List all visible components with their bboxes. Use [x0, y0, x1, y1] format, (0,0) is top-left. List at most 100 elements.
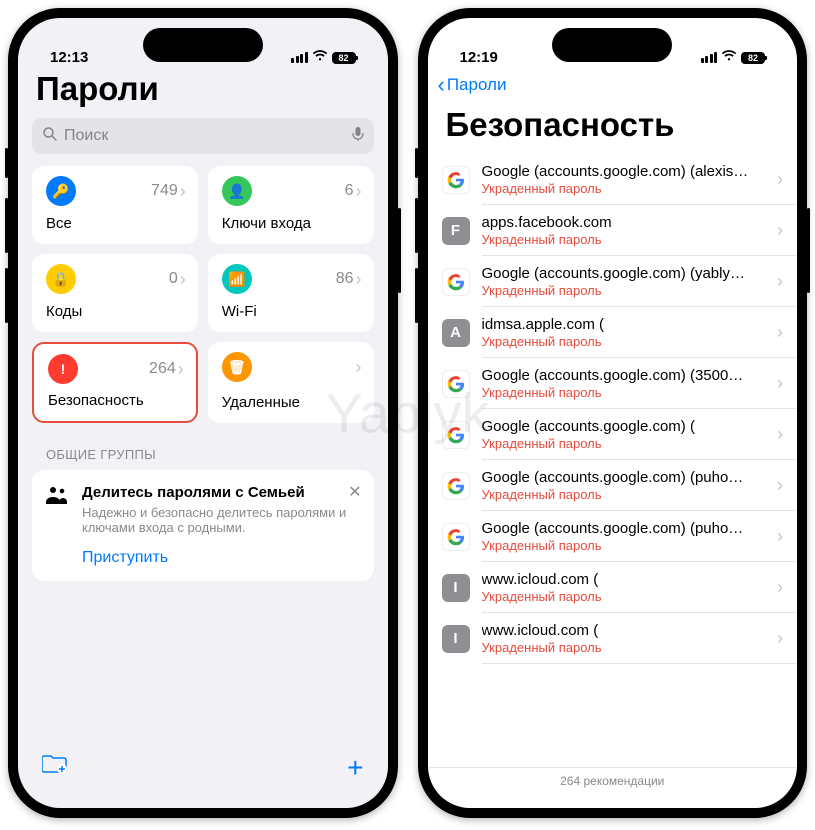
tile-icon: 👤 [222, 176, 252, 206]
item-title: Google (accounts.google.com) (alexis… [482, 163, 766, 180]
item-title: www.icloud.com ( [482, 571, 766, 588]
item-subtitle: Украденный пароль [482, 232, 766, 247]
chevron-right-icon: › [777, 628, 783, 649]
mic-icon[interactable] [352, 126, 364, 147]
google-icon [442, 472, 470, 500]
list-item[interactable]: Google (accounts.google.com) (3500… Укра… [428, 358, 798, 409]
search-placeholder: Поиск [64, 127, 108, 145]
chevron-right-icon: › [777, 526, 783, 547]
wifi-icon [721, 49, 737, 66]
tile-label: Ключи входа [222, 215, 362, 232]
item-subtitle: Украденный пароль [482, 385, 766, 400]
share-action-button[interactable]: Приступить [82, 549, 360, 567]
tile-icon: 📶 [222, 264, 252, 294]
search-icon [42, 126, 58, 147]
tile-label: Wi-Fi [222, 303, 362, 320]
item-title: Google (accounts.google.com) ( [482, 418, 766, 435]
tile-label: Все [46, 215, 186, 232]
new-folder-button[interactable] [42, 752, 68, 784]
list-item[interactable]: F apps.facebook.com Украденный пароль › [428, 205, 798, 256]
app-letter-icon: F [442, 217, 470, 245]
chevron-right-icon: › [356, 181, 362, 202]
tile-все[interactable]: 🔑 749 › Все [32, 166, 198, 244]
list-item[interactable]: Google (accounts.google.com) (alexis… Ук… [428, 154, 798, 205]
item-subtitle: Украденный пароль [482, 538, 766, 553]
list-item[interactable]: Google (accounts.google.com) (puho… Укра… [428, 460, 798, 511]
chevron-right-icon: › [777, 220, 783, 241]
tile-icon: 🗑 [222, 352, 252, 382]
tile-icon: ! [48, 354, 78, 384]
item-title: Google (accounts.google.com) (3500… [482, 367, 766, 384]
item-title: www.icloud.com ( [482, 622, 766, 639]
list-item[interactable]: I www.icloud.com ( Украденный пароль › [428, 562, 798, 613]
chevron-right-icon: › [777, 322, 783, 343]
item-subtitle: Украденный пароль [482, 640, 766, 655]
security-list: Google (accounts.google.com) (alexis… Ук… [428, 154, 798, 763]
item-subtitle: Украденный пароль [482, 334, 766, 349]
tile-wi-fi[interactable]: 📶 86 › Wi-Fi [208, 254, 374, 332]
signal-icon [701, 52, 718, 63]
item-title: Google (accounts.google.com) (yably… [482, 265, 766, 282]
dynamic-island [552, 28, 672, 62]
footer-count: 264 рекомендации [428, 767, 798, 808]
status-time: 12:13 [50, 49, 88, 66]
chevron-right-icon: › [777, 475, 783, 496]
status-time: 12:19 [460, 49, 498, 66]
item-title: apps.facebook.com [482, 214, 766, 231]
close-icon[interactable]: ✕ [348, 482, 361, 502]
list-item[interactable]: Google (accounts.google.com) (puho… Укра… [428, 511, 798, 562]
phone-left: 12:13 82 Пароли Поиск 🔑 749 › Все [8, 8, 398, 818]
battery-icon: 82 [741, 52, 765, 64]
nav-bar[interactable]: ‹ Пароли [428, 68, 798, 102]
chevron-right-icon: › [180, 181, 186, 202]
app-letter-icon: A [442, 319, 470, 347]
tile-count: 6 › [345, 181, 362, 202]
google-icon [442, 421, 470, 449]
list-item[interactable]: A idmsa.apple.com ( Украденный пароль › [428, 307, 798, 358]
chevron-right-icon: › [356, 357, 362, 378]
family-icon [46, 486, 70, 567]
list-item[interactable]: I www.icloud.com ( Украденный пароль › [428, 613, 798, 664]
tile-count: 749 › [151, 181, 186, 202]
tile-count: 0 › [169, 269, 186, 290]
tiles-grid: 🔑 749 › Все 👤 6 › Ключи входа 🔒 0 › Коды… [18, 166, 388, 423]
app-letter-icon: I [442, 574, 470, 602]
list-item[interactable]: Google (accounts.google.com) ( Украденны… [428, 409, 798, 460]
chevron-right-icon: › [777, 271, 783, 292]
status-icons: 82 [291, 49, 356, 66]
search-input[interactable]: Поиск [32, 118, 374, 154]
tile-icon: 🔒 [46, 264, 76, 294]
item-subtitle: Украденный пароль [482, 283, 766, 298]
back-chevron-icon[interactable]: ‹ [438, 72, 445, 98]
google-icon [442, 370, 470, 398]
item-title: idmsa.apple.com ( [482, 316, 766, 333]
toolbar: + [18, 740, 388, 808]
chevron-right-icon: › [178, 359, 184, 380]
wifi-icon [312, 49, 328, 66]
share-body: Надежно и безопасно делитесь паролями и … [82, 505, 360, 535]
add-button[interactable]: + [347, 752, 363, 784]
chevron-right-icon: › [777, 169, 783, 190]
tile-label: Безопасность [48, 392, 184, 409]
list-item[interactable]: Google (accounts.google.com) (yably… Укр… [428, 256, 798, 307]
tile-label: Коды [46, 303, 186, 320]
tile-ключи входа[interactable]: 👤 6 › Ключи входа [208, 166, 374, 244]
chevron-right-icon: › [777, 577, 783, 598]
chevron-right-icon: › [777, 424, 783, 445]
share-title: Делитесь паролями с Семьей [82, 484, 360, 501]
tile-удаленные[interactable]: 🗑 › Удаленные [208, 342, 374, 423]
tile-count: › [356, 357, 362, 378]
google-icon [442, 166, 470, 194]
page-title: Безопасность [428, 102, 798, 154]
item-subtitle: Украденный пароль [482, 436, 766, 451]
share-card: ✕ Делитесь паролями с Семьей Надежно и б… [32, 470, 374, 581]
chevron-right-icon: › [777, 373, 783, 394]
status-icons: 82 [701, 49, 766, 66]
tile-безопасность[interactable]: ! 264 › Безопасность [32, 342, 198, 423]
back-label[interactable]: Пароли [447, 75, 507, 95]
page-title: Пароли [18, 68, 388, 118]
section-header: ОБЩИЕ ГРУППЫ [18, 423, 388, 470]
tile-коды[interactable]: 🔒 0 › Коды [32, 254, 198, 332]
app-letter-icon: I [442, 625, 470, 653]
phone-right: 12:19 82 ‹ Пароли Безопасность Google (a… [418, 8, 808, 818]
